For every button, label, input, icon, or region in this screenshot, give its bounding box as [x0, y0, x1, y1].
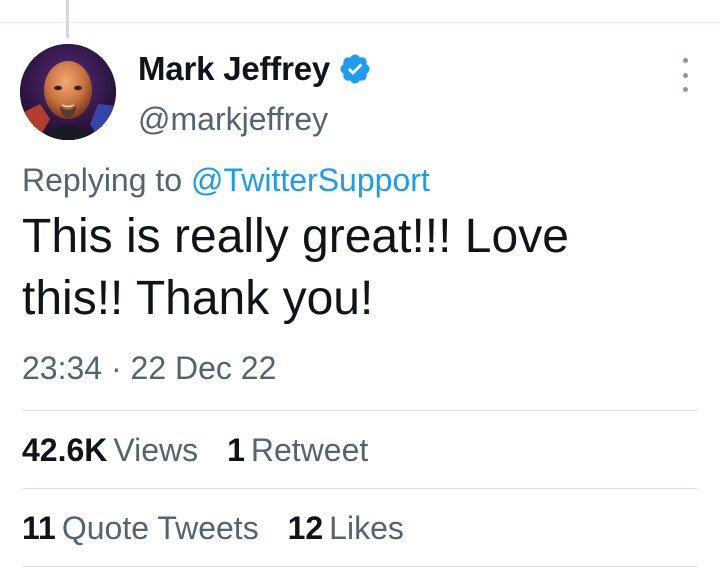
likes-count: 12	[287, 510, 324, 546]
top-divider	[0, 22, 720, 23]
divider	[22, 410, 698, 411]
retweets-stat[interactable]: 1 Retweet	[227, 428, 368, 472]
verified-badge-icon	[338, 52, 372, 86]
likes-label: Likes	[329, 510, 404, 546]
quote-tweets-stat[interactable]: 11 Quote Tweets	[22, 506, 259, 550]
author-name-row: Mark Jeffrey	[138, 48, 372, 90]
tweet-date-link[interactable]: 22 Dec 22	[131, 350, 277, 386]
more-options-icon[interactable]	[672, 58, 698, 92]
dot	[682, 87, 688, 92]
stats-row-quotes-likes: 11 Quote Tweets 12 Likes	[22, 506, 424, 550]
views-label: Views	[113, 432, 199, 468]
tweet-timestamp: 23:34 · 22 Dec 22	[22, 346, 276, 390]
likes-stat[interactable]: 12 Likes	[288, 506, 404, 550]
divider	[22, 566, 698, 567]
stats-row-views-retweets: 42.6K Views 1 Retweet	[22, 428, 388, 472]
avatar-photo-icon	[20, 44, 116, 140]
quote-tweets-label: Quote Tweets	[61, 510, 259, 546]
quote-tweets-count: 11	[22, 510, 56, 546]
thread-connector-line	[66, 0, 69, 38]
retweets-count: 1	[227, 432, 245, 468]
retweets-label: Retweet	[250, 432, 369, 468]
dot	[682, 72, 688, 78]
reply-mention-link[interactable]: @TwitterSupport	[191, 162, 430, 198]
divider	[22, 488, 698, 489]
dot	[682, 58, 688, 63]
views-count: 42.6K	[22, 432, 108, 468]
tweet-time-link[interactable]: 23:34	[22, 350, 102, 386]
views-stat[interactable]: 42.6K Views	[22, 428, 198, 472]
author-handle[interactable]: @markjeffrey	[138, 98, 328, 140]
tweet-text: This is really great!!! Love this!! Than…	[22, 210, 569, 325]
reply-prefix: Replying to	[22, 162, 183, 198]
reply-context: Replying to @TwitterSupport	[22, 158, 430, 202]
timestamp-separator: ·	[110, 350, 122, 386]
author-display-name[interactable]: Mark Jeffrey	[138, 50, 330, 88]
avatar[interactable]	[20, 44, 116, 140]
